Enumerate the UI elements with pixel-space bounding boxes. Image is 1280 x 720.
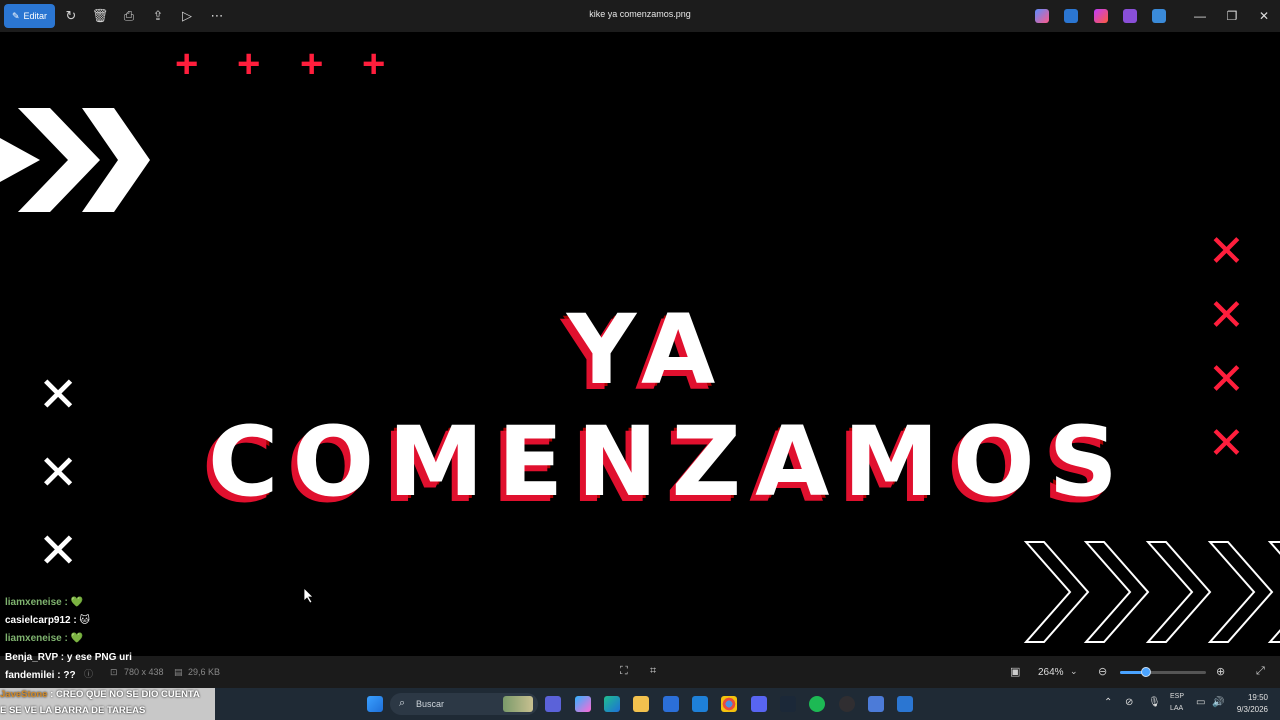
search-placeholder: Buscar xyxy=(416,699,445,709)
editor-icon[interactable] xyxy=(1064,9,1078,23)
zoom-slider-thumb[interactable] xyxy=(1140,667,1151,677)
fullscreen-icon[interactable]: ⤢ xyxy=(1256,665,1265,678)
clock-date[interactable]: 9/3/2026 xyxy=(1224,705,1268,714)
info-icon[interactable]: ⓘ xyxy=(84,667,93,680)
display-icon[interactable]: ▭ xyxy=(1196,697,1205,708)
teams-icon[interactable] xyxy=(545,696,561,712)
file-size-icon: ▤ xyxy=(174,667,183,677)
language-code[interactable]: ESP xyxy=(1170,693,1184,700)
mouse-cursor-icon xyxy=(304,588,314,604)
microphone-icon[interactable]: 🎙 xyxy=(1148,697,1161,708)
chevron-down-icon[interactable]: ⌄ xyxy=(1070,666,1078,677)
volume-icon[interactable]: 🔊 xyxy=(1212,697,1224,708)
image-dimensions: 780 x 438 xyxy=(124,667,164,677)
photos-icon[interactable] xyxy=(868,696,884,712)
plus-icon: + xyxy=(300,42,324,86)
network-off-icon[interactable]: ⊘ xyxy=(1125,697,1133,708)
x-mark-icon: ✕ xyxy=(1208,227,1245,276)
widget-icon[interactable] xyxy=(503,696,533,712)
designer-icon[interactable] xyxy=(1094,9,1108,23)
status-bar: ⓘ ⊡ 780 x 438 ▤ 29,6 KB ⛶ ⌗ ▣ ⌄ ⊖ ⊕ ⤢ xyxy=(0,656,1280,688)
file-size: 29,6 KB xyxy=(188,667,221,677)
title-bar: ✎ Editar ↻ 🗑 ⎙ ⇪ ▷ ⋯ kike ya comenzamos.… xyxy=(0,0,1280,32)
plus-icon: + xyxy=(362,42,386,86)
edge-icon[interactable] xyxy=(604,696,620,712)
crop-icon[interactable]: ⛶ xyxy=(620,665,628,678)
copilot-icon[interactable] xyxy=(1035,9,1049,23)
x-mark-icon: ✕ xyxy=(38,369,79,422)
window-title: kike ya comenzamos.png xyxy=(589,9,691,19)
chat-message: E SE VE LA BARRA DE TAREAS xyxy=(0,705,146,716)
spotify-icon[interactable] xyxy=(809,696,825,712)
clipchamp-icon[interactable] xyxy=(1123,9,1137,23)
store-icon[interactable] xyxy=(663,696,679,712)
start-icon[interactable] xyxy=(367,696,383,712)
chat-message: liamxeneise : 💚 xyxy=(5,597,84,608)
x-mark-icon: ✕ xyxy=(1208,291,1245,340)
minimize-icon[interactable]: — xyxy=(1188,6,1212,26)
keyboard-layout[interactable]: LAA xyxy=(1170,705,1183,712)
plus-icon: + xyxy=(175,42,199,86)
clock-time[interactable]: 19:50 xyxy=(1240,693,1268,702)
plus-icon: + xyxy=(237,42,261,86)
maximize-icon[interactable]: ❐ xyxy=(1220,6,1244,26)
zoom-out-icon[interactable]: ⊖ xyxy=(1098,665,1107,678)
chat-message: JaveStone : CREO QUE NO SE DIO CUENTA xyxy=(0,689,200,700)
zoom-level[interactable]: 264% xyxy=(1038,667,1064,678)
close-icon[interactable]: ✕ xyxy=(1252,6,1276,26)
chrome-icon[interactable] xyxy=(721,696,737,712)
steam-icon[interactable] xyxy=(780,696,796,712)
x-mark-icon: ✕ xyxy=(38,525,79,578)
outlook-icon[interactable] xyxy=(692,696,708,712)
discord-icon[interactable] xyxy=(751,696,767,712)
dimensions-icon: ⊡ xyxy=(110,667,118,677)
copilot-taskbar-icon[interactable] xyxy=(575,696,591,712)
fit-to-window-icon[interactable]: ▣ xyxy=(1010,665,1020,678)
x-mark-icon: ✕ xyxy=(38,447,79,500)
x-mark-icon: ✕ xyxy=(1208,355,1245,404)
chat-message: Benja_RVP : y ese PNG uri xyxy=(5,652,132,663)
photos-active-icon[interactable] xyxy=(897,696,913,712)
chat-message: casielcarp912 : 🐱 xyxy=(5,615,90,626)
search-icon: ⌕ xyxy=(399,697,406,709)
file-explorer-icon[interactable] xyxy=(633,696,649,712)
chat-message: fandemilei : ?? xyxy=(5,670,76,681)
chevron-up-icon[interactable]: ⌃ xyxy=(1104,697,1112,708)
chat-message: liamxeneise : 💚 xyxy=(5,633,84,644)
chevrons-graphic xyxy=(0,108,150,212)
obs-icon[interactable] xyxy=(839,696,855,712)
outline-chevrons-graphic xyxy=(1023,541,1280,643)
x-mark-icon: ✕ xyxy=(1208,419,1245,468)
headline-text: YA COMENZAMOS xyxy=(208,294,1132,518)
zoom-in-icon[interactable]: ⊕ xyxy=(1216,665,1225,678)
text-scan-icon[interactable]: ⌗ xyxy=(650,665,656,678)
onedrive-icon[interactable] xyxy=(1152,9,1166,23)
image-canvas[interactable]: + + + + YA COMENZAMOS ✕ ✕ ✕ ✕ ✕ ✕ ✕ liam… xyxy=(0,32,1280,656)
